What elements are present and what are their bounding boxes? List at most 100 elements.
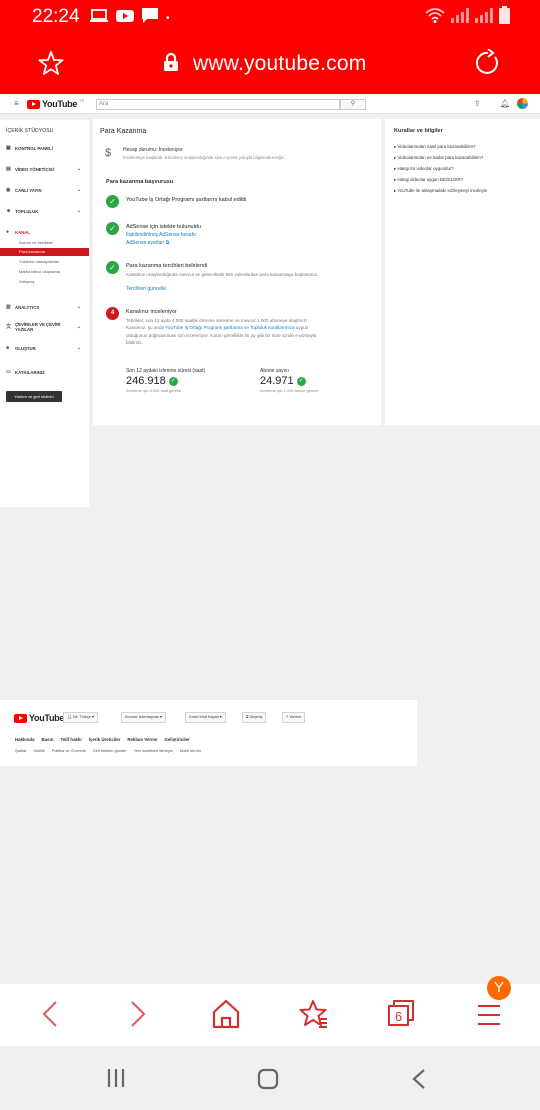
footer-link[interactable]: Basın: [42, 737, 54, 742]
adsense-account-link[interactable]: İlişkilendirilmiş AdSense hesabı: [126, 232, 196, 238]
rules-link-text: Videolarımdan ne kadar para kazanabiliri…: [397, 155, 484, 160]
tab-count: 6: [395, 1009, 402, 1024]
help-feedback-button[interactable]: Yardım ve geri bildirim: [6, 391, 62, 402]
footer-link[interactable]: Reklam Verme: [127, 737, 157, 742]
step-description: Tebrikler, son 12 ayda 4.000 saatlik izl…: [126, 317, 324, 347]
bookmark-star-icon[interactable]: [38, 50, 64, 81]
help-button[interactable]: ? Yardım: [282, 712, 306, 723]
youtube-wordmark: YouTube: [29, 713, 65, 723]
bookmarks-star-icon[interactable]: [299, 999, 329, 1034]
reload-icon[interactable]: [474, 48, 502, 82]
sidebar-item-dashboard[interactable]: ▦ KONTROL PANELİ: [6, 142, 86, 154]
watch-time-stat: Son 12 aydaki izlenme süresi (saat) 246.…: [126, 368, 205, 393]
home-button-icon[interactable]: [257, 1068, 279, 1095]
screen-cast-icon: [90, 8, 108, 28]
upload-icon[interactable]: ⇪: [474, 99, 481, 108]
message-icon: [142, 8, 158, 28]
partner-program-terms-link[interactable]: YouTube İş Ortağı Programı şartlarına ve…: [165, 325, 294, 330]
chevron-down-icon: ⌄: [76, 304, 81, 310]
hamburger-menu-icon[interactable]: ≡: [14, 99, 19, 108]
sidebar-title: İÇERİK STÜDYOSU: [6, 128, 54, 134]
profile-badge[interactable]: Y: [487, 976, 511, 1000]
rules-link-text: Hangi tür videolar uygundur?: [397, 166, 454, 171]
footer-youtube-logo[interactable]: YouTube: [14, 713, 64, 723]
update-preferences-link[interactable]: Tercihleri güncelle: [126, 286, 166, 292]
sidebar-item-live[interactable]: ◉ CANLI YAYIN ⌄: [6, 184, 86, 196]
search-button[interactable]: ⚲: [340, 99, 366, 110]
account-status: Hesap durumu: İnceleniyor: [123, 147, 183, 153]
rules-link-text: Videolarımdan nasıl para kazanabilirim?: [397, 144, 476, 149]
sidebar-item-label: KATKILARINIZ: [15, 369, 45, 375]
sidebar-item-create[interactable]: ■ OLUŞTUR ⌄: [6, 342, 86, 354]
wifi-icon: [425, 7, 445, 28]
back-icon[interactable]: [40, 999, 60, 1034]
rules-link[interactable]: ▸ Videolarımdan ne kadar para kazanabili…: [394, 155, 483, 161]
browser-menu-icon[interactable]: [476, 1002, 502, 1033]
rules-link-text: YouTube ile anlaşmadaki sözleşmeyi incel…: [397, 188, 488, 193]
sidebar-subitem-upload-defaults[interactable]: Yükleme varsayılanları: [19, 259, 59, 264]
step-description: Kanalınız onaylandığında mevcut ve gelec…: [126, 272, 319, 277]
history-button[interactable]: ⌛︎ Geçmiş: [242, 712, 267, 723]
footer-link[interactable]: Hakkında: [15, 737, 35, 742]
tabs-icon[interactable]: 6: [387, 999, 415, 1034]
rules-link[interactable]: ▸ Videolarımdan nasıl para kazanabilirim…: [394, 144, 475, 150]
footer-link[interactable]: İçerik Üreticiler: [89, 737, 121, 742]
forward-icon[interactable]: [128, 999, 148, 1034]
language-button[interactable]: 👤︎ Dil: Türkçe ▾: [63, 712, 98, 723]
web-page: ≡ YouTube TR Ara ⚲ ⇪ 🔔︎ İÇERİK STÜDYOSU …: [0, 94, 540, 984]
rules-link[interactable]: ▸ Hangi tür videolar uygundur?: [394, 166, 454, 172]
dollar-icon: $: [105, 147, 112, 159]
sidebar-item-translations[interactable]: 文 ÇEVİRİLER VE ÇEVİRİ YAZILAR ⌄: [6, 319, 86, 335]
button-label: Kısıtlı Mod Kapalı ▾: [189, 715, 222, 719]
url-text[interactable]: www.youtube.com: [193, 52, 366, 76]
sidebar-item-community[interactable]: ☻ TOPLULUK ⌄: [6, 205, 86, 217]
signal-icon-1: [451, 7, 469, 28]
home-icon[interactable]: [212, 999, 240, 1034]
step-title: YouTube İş Ortağı Programı şartlarını ka…: [126, 197, 247, 203]
rules-link[interactable]: ▸ YouTube ile anlaşmadaki sözleşmeyi inc…: [394, 188, 487, 194]
sidebar-item-contributions[interactable]: ▭ KATKILARINIZ: [6, 366, 86, 378]
footer-link[interactable]: Geliştiriciler: [164, 737, 189, 742]
footer-link[interactable]: Telif hakkı: [61, 737, 82, 742]
create-icon: ■: [6, 345, 10, 351]
rules-card: Kurallar ve bilgiler ▸ Videolarımdan nas…: [385, 119, 540, 425]
sidebar-subitem-branding[interactable]: Marka bilinci oluşturma: [19, 269, 60, 274]
chevron-down-icon: ⌄: [76, 166, 81, 172]
notifications-bell-icon[interactable]: 🔔︎: [500, 99, 510, 108]
restricted-mode-button[interactable]: Kısıtlı Mod Kapalı ▾: [185, 712, 226, 723]
sidebar-item-analytics[interactable]: ▥ ANALYTICS ⌄: [6, 301, 86, 313]
search-input[interactable]: Ara: [96, 99, 340, 110]
youtube-notification-icon: [116, 9, 134, 28]
lock-icon: [163, 52, 179, 77]
search-icon: ⚲: [350, 101, 356, 107]
footer-link[interactable]: Yeni özellikleri deneyin: [134, 748, 173, 753]
account-status-description: İncelemeye başlandı. Kanalınız onaylandı…: [123, 155, 286, 160]
youtube-logo[interactable]: YouTube TR: [27, 98, 84, 109]
footer-link[interactable]: Geri bildirim gönder: [93, 748, 127, 753]
footer-link[interactable]: Mobil sürüm: [180, 748, 201, 753]
button-label: Yardım: [289, 715, 302, 719]
video-manager-icon: ▤: [6, 166, 11, 172]
analytics-icon: ▥: [6, 304, 11, 310]
button-label: Dil: Türkçe ▾: [72, 715, 94, 719]
chevron-down-icon: ⌄: [76, 187, 81, 193]
button-label: Geçmiş: [249, 715, 263, 719]
rules-link[interactable]: ▸ Hangi videolar uygun DEĞİLDİR?: [394, 177, 463, 183]
step-title: AdSense için istekte bulunuldu: [126, 224, 201, 230]
sidebar-subitem-advanced[interactable]: Gelişmiş: [19, 279, 34, 284]
footer-link[interactable]: Şartlar: [15, 748, 26, 753]
sidebar-item-label: ANALYTICS: [15, 304, 40, 310]
adsense-settings-link[interactable]: AdSense ayarları ⧉: [126, 240, 169, 246]
location-button[interactable]: Konum: Azerbaycan ▾: [121, 712, 166, 723]
sidebar-subitem-status[interactable]: Durum ve özellikler: [19, 240, 53, 245]
sidebar-item-video-manager[interactable]: ▤ VİDEO YÖNETİCİSİ ⌄: [6, 163, 86, 175]
sidebar-item-label: TOPLULUK: [15, 208, 39, 214]
recent-apps-icon[interactable]: [106, 1068, 126, 1093]
sidebar-subitem-monetization[interactable]: Para kazanma: [0, 248, 89, 256]
footer-link[interactable]: Politika ve Güvenlik: [52, 748, 86, 753]
sidebar-item-channel[interactable]: ● KANAL: [6, 226, 86, 238]
system-back-icon[interactable]: [411, 1068, 427, 1095]
footer-link[interactable]: Gizlilik: [33, 748, 44, 753]
account-avatar[interactable]: [517, 98, 528, 109]
sidebar-item-label: CANLI YAYIN: [15, 187, 42, 193]
